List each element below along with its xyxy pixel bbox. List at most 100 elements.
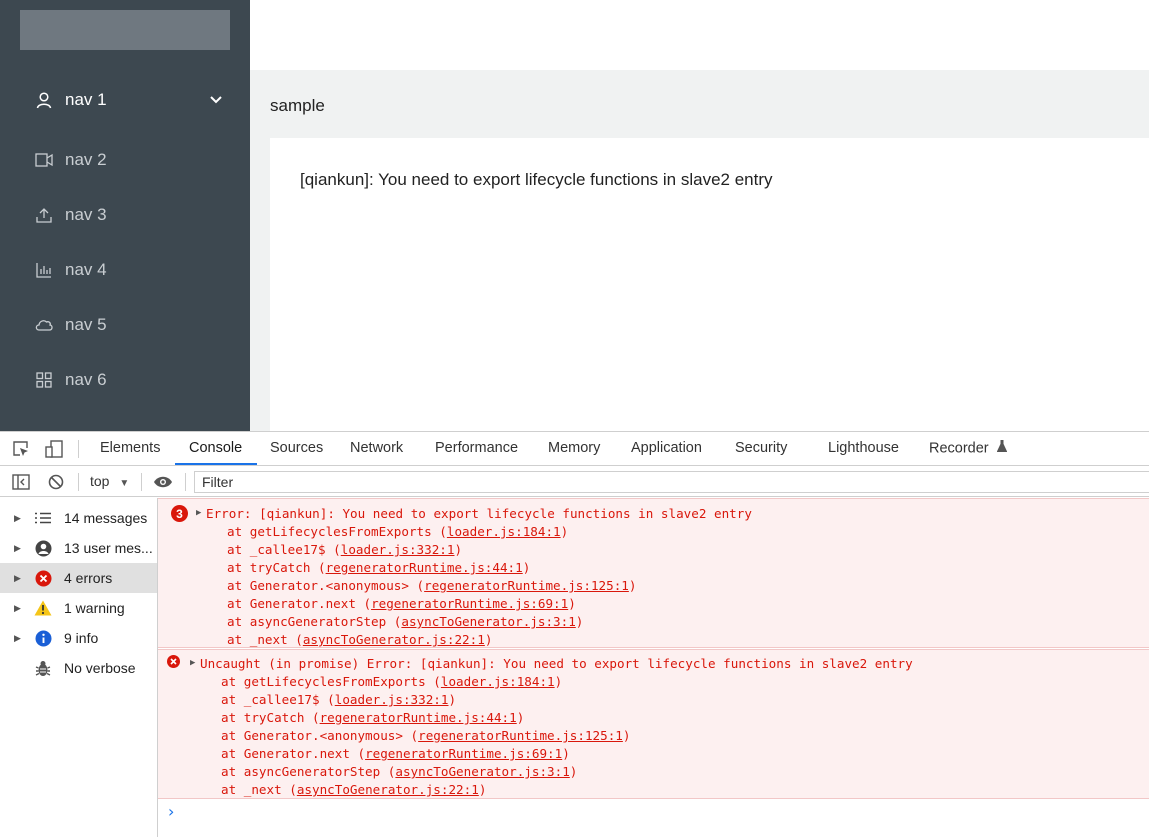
cloud-icon — [34, 315, 54, 335]
nav-item-label: nav 4 — [65, 260, 107, 279]
tab-recorder[interactable]: Recorder — [929, 432, 1007, 465]
caret-down-icon: ▼ — [119, 478, 130, 489]
stack-frame: at getLifecyclesFromExports (loader.js:1… — [221, 674, 563, 689]
nav-item-label: nav 1 — [65, 90, 107, 109]
bug-icon — [34, 659, 52, 677]
console-sidebar: ▶ 14 messages ▶ 13 user mes... ▶ 4 error… — [0, 498, 158, 837]
stack-frame: at Generator.<anonymous> (regeneratorRun… — [227, 578, 637, 593]
chevron-down-icon[interactable] — [206, 90, 226, 110]
tab-network[interactable]: Network — [350, 432, 403, 465]
console-error-entry[interactable]: 3 ▶ Error: [qiankun]: You need to export… — [158, 498, 1149, 648]
nav-item-3[interactable]: nav 3 — [0, 195, 250, 235]
tab-recorder-label: Recorder — [929, 440, 989, 457]
source-link[interactable]: regeneratorRuntime.js:44:1 — [320, 710, 517, 725]
expand-triangle-icon[interactable]: ▶ — [14, 543, 21, 554]
divider — [185, 473, 186, 491]
stack-frame: at _callee17$ (loader.js:332:1) — [227, 542, 463, 557]
upload-icon — [34, 205, 54, 225]
stack-frame: at getLifecyclesFromExports (loader.js:1… — [227, 524, 569, 539]
console-error-entry[interactable]: ▶ Uncaught (in promise) Error: [qiankun]… — [158, 649, 1149, 799]
source-link[interactable]: asyncToGenerator.js:3:1 — [401, 614, 575, 629]
sidebar-item-info[interactable]: ▶ 9 info — [0, 623, 157, 653]
source-link[interactable]: asyncToGenerator.js:3:1 — [395, 764, 569, 779]
tab-memory[interactable]: Memory — [548, 432, 600, 465]
tab-sources[interactable]: Sources — [270, 432, 323, 465]
tab-elements[interactable]: Elements — [100, 432, 160, 465]
device-toggle-icon[interactable] — [43, 438, 65, 460]
sidebar-item-label: No verbose — [64, 660, 136, 676]
sidebar-item-messages[interactable]: ▶ 14 messages — [0, 503, 157, 533]
source-link[interactable]: asyncToGenerator.js:22:1 — [303, 632, 485, 647]
content-area: sample [qiankun]: You need to export lif… — [250, 70, 1149, 431]
expand-triangle-icon[interactable]: ▶ — [190, 658, 195, 668]
app-header — [250, 0, 1149, 70]
error-message: Error: [qiankun]: You need to export lif… — [206, 506, 752, 521]
clear-console-icon[interactable] — [45, 471, 67, 493]
devtools-tab-bar: Elements Console Sources Network Perform… — [0, 432, 1149, 466]
eye-icon[interactable] — [152, 471, 174, 493]
nav-item-6[interactable]: nav 6 — [0, 360, 250, 400]
divider — [78, 440, 79, 458]
source-link[interactable]: regeneratorRuntime.js:125:1 — [424, 578, 629, 593]
expand-triangle-icon[interactable]: ▶ — [196, 508, 201, 518]
stack-frame: at _callee17$ (loader.js:332:1) — [221, 692, 457, 707]
source-link[interactable]: regeneratorRuntime.js:69:1 — [371, 596, 568, 611]
flask-icon — [996, 432, 1007, 465]
source-link[interactable]: regeneratorRuntime.js:44:1 — [326, 560, 523, 575]
tab-security[interactable]: Security — [735, 432, 787, 465]
sidebar-item-errors[interactable]: ▶ 4 errors — [0, 563, 157, 593]
active-tab-indicator — [175, 463, 257, 465]
source-link[interactable]: asyncToGenerator.js:22:1 — [297, 782, 479, 797]
inspect-element-icon[interactable] — [10, 438, 32, 460]
nav-item-2[interactable]: nav 2 — [0, 140, 250, 180]
nav-item-1[interactable]: nav 1 — [0, 80, 250, 120]
tab-performance[interactable]: Performance — [435, 432, 518, 465]
source-link[interactable]: loader.js:332:1 — [335, 692, 449, 707]
user-icon — [34, 90, 54, 110]
error-message: Uncaught (in promise) Error: [qiankun]: … — [200, 656, 913, 671]
filter-input[interactable] — [194, 471, 1149, 493]
sidebar-item-user-messages[interactable]: ▶ 13 user mes... — [0, 533, 157, 563]
expand-triangle-icon[interactable]: ▶ — [14, 573, 21, 584]
bar-chart-icon — [34, 260, 54, 280]
stack-frame: at _next (asyncToGenerator.js:22:1) — [227, 632, 493, 647]
stack-frame: at Generator.next (regeneratorRuntime.js… — [221, 746, 570, 761]
app-window: nav 1 nav 2 nav 3 nav 4 nav 5 nav 6 samp… — [0, 0, 1149, 431]
logo — [20, 10, 230, 50]
stack-frame: at Generator.next (regeneratorRuntime.js… — [227, 596, 576, 611]
source-link[interactable]: regeneratorRuntime.js:125:1 — [418, 728, 623, 743]
expand-triangle-icon[interactable]: ▶ — [14, 513, 21, 524]
sidebar-item-label: 1 warning — [64, 600, 125, 616]
expand-triangle-icon[interactable]: ▶ — [14, 633, 21, 644]
source-link[interactable]: loader.js:184:1 — [447, 524, 561, 539]
devtools-panel: Elements Console Sources Network Perform… — [0, 431, 1149, 837]
sidebar-item-warnings[interactable]: ▶ 1 warning — [0, 593, 157, 623]
source-link[interactable]: loader.js:332:1 — [341, 542, 455, 557]
nav-item-4[interactable]: nav 4 — [0, 250, 250, 290]
sidebar-item-label: 13 user mes... — [64, 540, 153, 556]
expand-triangle-icon[interactable]: ▶ — [14, 603, 21, 614]
show-sidebar-icon[interactable] — [10, 471, 32, 493]
console-prompt[interactable]: › — [168, 802, 174, 821]
list-icon — [34, 509, 52, 527]
tab-application[interactable]: Application — [631, 432, 702, 465]
error-icon — [34, 569, 52, 587]
warning-icon — [34, 599, 52, 617]
source-link[interactable]: regeneratorRuntime.js:69:1 — [365, 746, 562, 761]
video-camera-icon — [34, 150, 54, 170]
error-message-text: [qiankun]: You need to export lifecycle … — [300, 170, 773, 189]
nav-item-5[interactable]: nav 5 — [0, 305, 250, 345]
source-link[interactable]: loader.js:184:1 — [441, 674, 555, 689]
tab-console[interactable]: Console — [189, 432, 242, 465]
console-log: 3 ▶ Error: [qiankun]: You need to export… — [158, 498, 1149, 837]
sidebar-item-label: 9 info — [64, 630, 99, 646]
sidebar-item-verbose[interactable]: No verbose — [0, 653, 157, 683]
content-card: [qiankun]: You need to export lifecycle … — [270, 138, 1149, 431]
divider — [78, 473, 79, 491]
nav-item-label: nav 6 — [65, 370, 107, 389]
tab-lighthouse[interactable]: Lighthouse — [828, 432, 899, 465]
stack-frame: at _next (asyncToGenerator.js:22:1) — [221, 782, 487, 797]
context-selector-value: top — [90, 473, 110, 489]
context-selector[interactable]: top ▼ — [90, 473, 129, 489]
console-toolbar: top ▼ — [0, 467, 1149, 497]
